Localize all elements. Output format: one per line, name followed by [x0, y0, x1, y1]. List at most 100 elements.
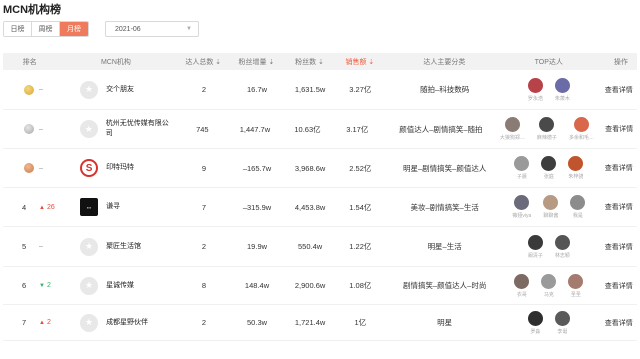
arrow-up-icon: ▲: [39, 204, 45, 211]
mcn-name: 聚匠生活馆: [106, 242, 142, 250]
top-talent[interactable]: 朱萧木: [554, 77, 570, 102]
avatar: [527, 234, 543, 250]
table-row: – S 印特玛特 9 –165.7w 3,968.6w 2.52亿 明星–剧情搞笑–颜值达人子…: [3, 149, 637, 188]
mcn-cell[interactable]: ★ 交个朋友: [57, 80, 176, 99]
fans-cell: 550.4w: [298, 242, 323, 251]
top-talent[interactable]: 衣哥: [514, 273, 530, 298]
sales-cell: 2.52亿: [349, 163, 372, 173]
top-talent[interactable]: 张庭: [541, 156, 557, 180]
avatar: [514, 195, 530, 210]
table-body: – ★ 交个朋友 2 16.7w 1,631.5w 3.27亿 随拍–科技数码 罗永浩 朱萧木 查看…: [3, 70, 637, 341]
top-talents-cell: 大狼狗郑… 麻辣德子 多余和毛…: [500, 117, 594, 141]
sales-cell: 3.17亿: [346, 124, 369, 134]
talents-cell: 2: [201, 242, 207, 251]
category-cell: 剧情搞笑–颜值达人–时尚: [402, 281, 487, 290]
rank-change: ▲ 2: [39, 319, 51, 326]
top-talent[interactable]: 我是: [570, 195, 586, 219]
mcn-name: 谦寻: [106, 203, 121, 210]
mcn-name: 杭州无忧传媒有限公司: [105, 120, 169, 137]
top-talents-cell: 子晨 张庭 朱梓骁: [506, 156, 591, 180]
table-row: 4 ▲ 26 ▪▪▪ 谦寻 7 –315.9w 4,453.8w 1.54亿 美妆–剧情搞笑–生活…: [3, 188, 637, 227]
table-row: – ★ 交个朋友 2 16.7w 1,631.5w 3.27亿 随拍–科技数码 罗永浩 朱萧木 查看…: [3, 70, 637, 110]
tab-monthly[interactable]: 月榜: [60, 22, 88, 36]
talents-cell: 745: [196, 124, 209, 134]
avatar: [554, 77, 570, 93]
mcn-cell[interactable]: ★ 聚匠生活馆: [57, 237, 176, 256]
mcn-cell[interactable]: ★ 星诚传媒: [57, 276, 176, 295]
rank-change-value: –: [39, 125, 43, 133]
talent-name: 麻辣德子: [536, 135, 557, 141]
mcn-cell[interactable]: ▪▪▪ 谦寻: [57, 198, 176, 216]
fans-cell: 10.63亿: [294, 124, 321, 134]
top-talent[interactable]: 罗永浩: [527, 77, 543, 102]
mcn-name: 印特玛特: [106, 164, 135, 171]
sort-icon: ⇣: [316, 58, 324, 66]
avatar: [541, 273, 557, 289]
talent-name: 林志颖: [554, 252, 570, 259]
talents-cell: 8: [201, 281, 207, 290]
col-category: 达人主要分类: [423, 58, 466, 66]
star-placeholder-icon: ★: [80, 237, 99, 256]
rank-change: –: [39, 165, 43, 172]
sort-icon: ⇣: [213, 58, 222, 66]
talents-cell: 2: [201, 85, 207, 94]
category-cell: 随拍–科技数码: [420, 85, 470, 94]
mcn-cell[interactable]: ★ 成都星野伙伴: [57, 313, 176, 332]
rank-change-value: –: [39, 243, 43, 250]
top-talents-cell: 罗淼 李诞: [506, 310, 591, 335]
star-placeholder-icon: ★: [80, 80, 99, 99]
col-growth[interactable]: 粉丝增量 ⇣: [231, 57, 282, 67]
view-details-link[interactable]: 查看详情: [605, 165, 633, 172]
top-talent[interactable]: 朱梓骁: [568, 156, 583, 180]
top-talent[interactable]: 子晨: [514, 156, 530, 180]
view-details-link[interactable]: 查看详情: [605, 87, 633, 94]
top-talent[interactable]: 马克: [541, 273, 557, 298]
col-fans[interactable]: 粉丝数 ⇣: [282, 57, 337, 67]
sales-cell: 3.27亿: [349, 85, 372, 94]
talent-name: 薇娅viya: [512, 213, 532, 219]
rank-change: –: [39, 86, 43, 93]
top-talent[interactable]: 罗淼: [527, 310, 543, 335]
top-talent[interactable]: 麻辣德子: [537, 117, 557, 141]
view-details-link[interactable]: 查看详情: [605, 283, 633, 290]
mcn-cell[interactable]: S 印特玛特: [57, 159, 176, 177]
rank-change: –: [39, 126, 43, 133]
rank-change-value: 26: [46, 203, 55, 211]
avatar: [554, 234, 570, 250]
col-sales[interactable]: 销售额 ⇣: [337, 57, 383, 67]
table-row: 5– ★ 聚匠生活馆 2 19.9w 550.4w 1.22亿 明星–生活 阚清子 林志颖 查看详情: [3, 227, 637, 267]
top-talent[interactable]: 聊聊酱: [543, 195, 558, 219]
talent-name: 张庭: [543, 174, 554, 180]
category-cell: 明星–生活: [427, 242, 462, 251]
view-details-link[interactable]: 查看详情: [605, 204, 633, 211]
talent-name: 多余和毛…: [568, 135, 594, 141]
rank-cell: –: [3, 124, 57, 134]
rank-number: 7: [22, 318, 27, 327]
top-talent[interactable]: 多余和毛…: [569, 117, 594, 141]
view-details-link[interactable]: 查看详情: [605, 244, 633, 251]
star-placeholder-icon: ★: [80, 313, 99, 332]
chevron-down-icon: ▼: [186, 26, 192, 32]
view-details-link[interactable]: 查看详情: [605, 320, 633, 327]
fans-cell: 4,453.8w: [294, 202, 326, 212]
top-talent[interactable]: 李诞: [554, 310, 570, 335]
top-talent[interactable]: 薇娅viya: [512, 195, 531, 219]
sort-icon: ⇣: [266, 58, 275, 66]
mcn-ranking-table: 排名 MCN机构 达人总数 ⇣ 粉丝增量 ⇣ 粉丝数 ⇣ 销售额 ⇣ 达人主要分…: [3, 53, 637, 341]
date-select[interactable]: 2021-06 ▼: [105, 21, 199, 37]
top-talent[interactable]: 圣圣: [568, 273, 584, 298]
rank-cell: –: [3, 84, 57, 95]
view-details-link[interactable]: 查看详情: [605, 126, 633, 133]
tab-weekly[interactable]: 周榜: [32, 22, 60, 36]
top-talent[interactable]: 大狼狗郑…: [500, 117, 525, 141]
top-talent[interactable]: 阚清子: [527, 234, 543, 259]
talents-cell: 2: [201, 318, 207, 327]
tab-daily[interactable]: 日榜: [4, 22, 32, 36]
date-value: 2021-06: [115, 25, 141, 33]
col-rank: 排名: [22, 58, 37, 66]
col-talents[interactable]: 达人总数 ⇣: [176, 57, 231, 67]
rank-number: 5: [22, 242, 27, 251]
mcn-cell[interactable]: ★ 杭州无忧传媒有限公司: [57, 119, 175, 139]
talents-cell: 7: [201, 202, 207, 212]
top-talent[interactable]: 林志颖: [554, 234, 570, 259]
